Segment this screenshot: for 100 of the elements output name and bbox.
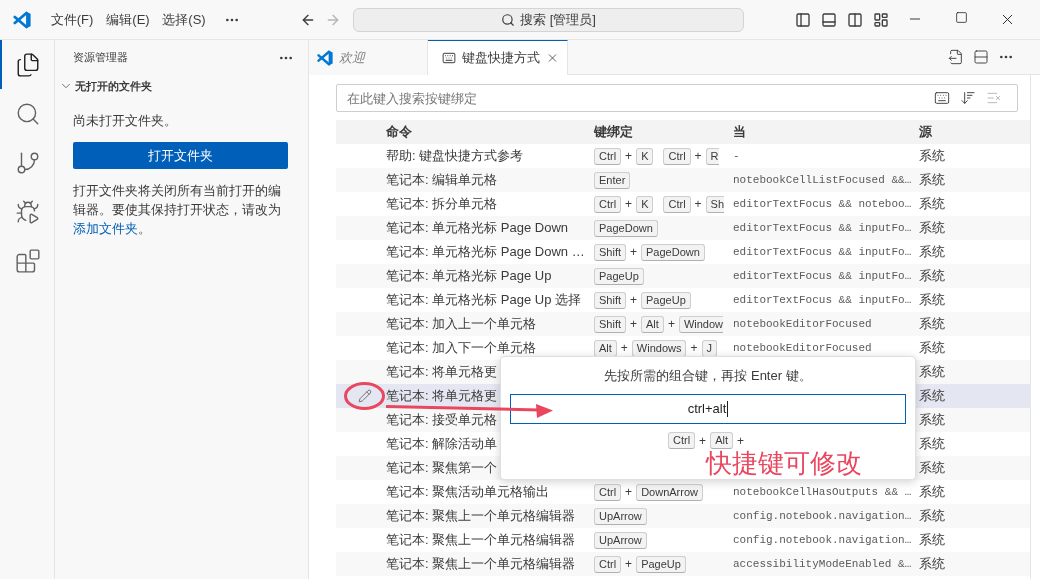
editor-tab[interactable]: 欢迎: [309, 40, 428, 75]
source-label: 系统: [919, 315, 945, 334]
table-row[interactable]: 笔记本: 单元格光标 Page Down PageDown editorTextFocus && inputFo… 系统: [336, 216, 1030, 240]
split-layout-icon[interactable]: [847, 11, 863, 28]
table-row[interactable]: 笔记本: 编辑单元格 Enter notebookCellListFocused &&… 系统: [336, 168, 1030, 192]
bug-play-icon: [15, 198, 41, 225]
command-name: 笔记本: 拆分单元格: [386, 195, 498, 214]
menu-item[interactable]: 选择(S): [156, 6, 212, 33]
when-clause: config.notebook.navigation…: [733, 508, 912, 524]
column-header: 当: [733, 123, 746, 142]
source-label: 系统: [919, 411, 945, 430]
source-label: 系统: [919, 267, 945, 286]
keycap: Alt: [641, 315, 664, 333]
column-header: 源: [919, 123, 932, 142]
annotation-text: 快捷键可修改: [706, 449, 862, 477]
keycap: UpArrow: [594, 507, 647, 525]
plus-sign: +: [630, 246, 638, 258]
keyboard-icon: [442, 51, 456, 65]
editor-tab[interactable]: 键盘快捷方式: [428, 40, 568, 75]
grid-layout-icon[interactable]: [873, 11, 889, 28]
plus-sign: +: [736, 434, 744, 447]
command-name: 笔记本: 加入上一个单元格: [386, 315, 537, 334]
sort-icon[interactable]: [960, 90, 976, 106]
sidebar-title: 资源管理器: [73, 50, 128, 66]
table-row[interactable]: 笔记本: 聚焦上一个单元格编辑器 UpArrow config.notebook.navigation… 系统: [336, 504, 1030, 528]
when-clause: editorTextFocus && inputFo…: [733, 292, 912, 308]
plus-sign: +: [699, 434, 707, 447]
files-icon: [15, 51, 41, 78]
blocks-icon: [15, 247, 41, 274]
source-label: 系统: [919, 171, 945, 190]
plus-sign: +: [694, 198, 702, 210]
pencil-icon[interactable]: [358, 389, 372, 403]
keycap: DownArrow: [636, 483, 703, 501]
command-name: 笔记本: 解除活动单: [386, 435, 498, 454]
source-label: 系统: [919, 387, 945, 406]
keycap: Shift: [594, 291, 626, 309]
when-clause: editorTextFocus && noteboo…: [733, 196, 912, 212]
keycap: PageUp: [641, 291, 691, 309]
source-label: 系统: [919, 339, 945, 358]
command-name: 笔记本: 聚焦上一个单元格编辑器: [386, 507, 576, 526]
keycap: Sh: [705, 195, 725, 213]
when-clause: editorTextFocus && inputFo…: [733, 244, 912, 260]
sidebar-layout-icon[interactable]: [795, 11, 811, 28]
plus-sign: +: [625, 558, 633, 570]
keycap: PageDown: [594, 219, 658, 237]
command-name: 笔记本: 将单元格更: [386, 363, 498, 382]
when-clause: notebookEditorFocused: [733, 340, 872, 356]
keycap: R: [705, 147, 719, 165]
add-folder-link[interactable]: 添加文件夹: [73, 221, 138, 236]
command-name: 笔记本: 聚焦第一个: [386, 459, 498, 478]
section-header[interactable]: 无打开的文件夹: [55, 75, 308, 97]
plus-sign: +: [625, 198, 633, 210]
maximize-icon[interactable]: [954, 11, 968, 24]
table-row[interactable]: 笔记本: 聚焦上一个单元格编辑器 Ctrl + PageUp accessibilityModeEnabled &… 系统: [336, 552, 1030, 576]
keycap: PageUp: [594, 267, 644, 285]
when-clause: config.notebook.navigation…: [733, 532, 912, 548]
plus-sign: +: [630, 294, 638, 306]
command-name: 帮助: 键盘快捷方式参考: [386, 147, 524, 166]
keycap: Ctrl: [663, 195, 691, 213]
keycap: Windows: [631, 339, 687, 357]
keycap: K: [636, 147, 654, 165]
column-header: 命令: [386, 123, 412, 142]
command-center[interactable]: 搜索 [管理员]: [353, 7, 744, 32]
source-label: 系统: [919, 531, 945, 550]
source-label: 系统: [919, 435, 945, 454]
source-label: 系统: [919, 147, 945, 166]
source-label: 系统: [919, 459, 945, 478]
document-icon[interactable]: [948, 49, 964, 65]
search-field[interactable]: 在此键入搜索按键绑定: [336, 84, 1018, 112]
table-row[interactable]: 笔记本: 加入上一个单元格 Shift + Alt + Window notebookEditorFocused 系统: [336, 312, 1030, 336]
search-icon: [501, 12, 516, 27]
menu-item[interactable]: 编辑(E): [100, 6, 156, 33]
command-name: 笔记本: 单元格光标 Page Down: [386, 219, 569, 238]
source-label: 系统: [919, 243, 945, 262]
keyboard-icon[interactable]: [934, 90, 950, 106]
keycap: Ctrl: [663, 147, 691, 165]
menu-item[interactable]: 文件(F): [44, 6, 100, 33]
open-folder-button[interactable]: 打开文件夹: [73, 142, 288, 169]
when-clause: notebookEditorFocused: [733, 316, 872, 332]
dialog-prompt: 先按所需的组合键，再按 Enter 键。: [604, 367, 812, 384]
keycap: PageUp: [636, 555, 686, 573]
split-editor-icon[interactable]: [973, 49, 989, 65]
table-row[interactable]: 笔记本: 单元格光标 Page Up PageUp editorTextFocus && inputFo… 系统: [336, 264, 1030, 288]
keycap: UpArrow: [594, 531, 647, 549]
keycap: Ctrl: [594, 195, 622, 213]
plus-sign: +: [694, 150, 702, 162]
when-clause: accessibilityModeEnabled &…: [733, 556, 912, 572]
annotation-circle: [344, 382, 385, 410]
source-label: 系统: [919, 507, 945, 526]
command-name: 笔记本: 聚焦上一个单元格编辑器: [386, 555, 576, 574]
plus-sign: +: [630, 318, 638, 330]
when-clause: editorTextFocus && inputFo…: [733, 268, 912, 284]
command-name: 笔记本: 单元格光标 Page Up 选择: [386, 291, 582, 310]
keybinding-input[interactable]: ctrl+alt: [510, 394, 906, 424]
plus-sign: +: [625, 486, 633, 498]
panel-layout-icon[interactable]: [821, 11, 837, 28]
when-clause: editorTextFocus && inputFo…: [733, 220, 912, 236]
source-label: 系统: [919, 363, 945, 382]
keycap: Window: [678, 315, 723, 333]
keycap: Shift: [594, 315, 626, 333]
